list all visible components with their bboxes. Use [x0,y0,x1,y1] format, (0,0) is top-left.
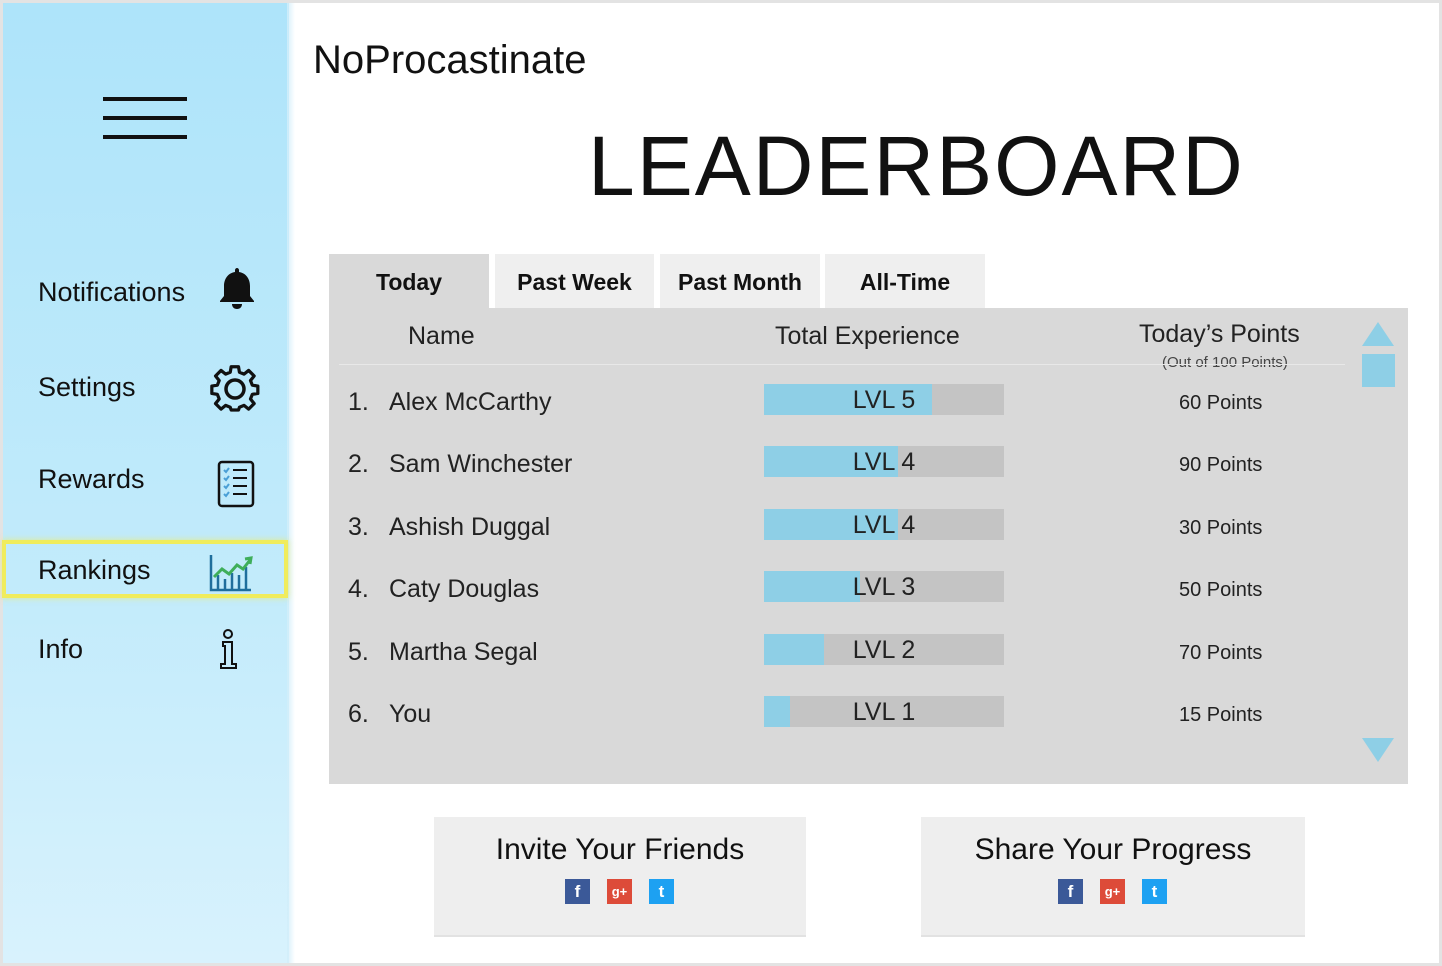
experience-bar: LVL 2 [764,633,1004,665]
sidebar-item-info[interactable]: Info [3,622,289,678]
hamburger-menu-icon[interactable] [103,95,187,145]
level-label: LVL 3 [852,573,916,602]
sidebar-item-rewards[interactable]: Rewards [3,452,289,508]
tab-all-time[interactable]: All-Time [825,254,985,308]
todays-points: 15 Points [1179,704,1263,726]
level-label: LVL 4 [852,448,916,477]
active-nav-highlight [2,540,288,598]
rank-number: 1. [348,388,369,416]
sidebar-item-label: Notifications [38,277,186,307]
rank-number: 4. [348,575,369,604]
gear-icon [210,365,260,412]
todays-points: 90 Points [1179,454,1263,477]
tab-today[interactable]: Today [329,254,489,308]
table-row[interactable]: 3. Ashish Duggal LVL 4 30 Points [329,508,1329,549]
table-row[interactable]: 6. You LVL 1 15 Points [329,696,1329,736]
experience-bar: LVL 3 [764,571,1004,603]
info-icon [220,629,237,669]
rank-number: 2. [348,450,369,479]
share-progress-label: Share Your Progress [974,833,1252,866]
todays-points: 50 Points [1179,579,1263,602]
rank-number: 6. [348,700,369,728]
scrollbar-thumb[interactable] [1362,354,1395,387]
todays-points: 60 Points [1179,392,1263,414]
sidebar-item-notifications[interactable]: Notifications [3,265,289,321]
sidebar-item-label: Rewards [38,464,145,494]
twitter-icon[interactable]: t [649,879,674,904]
sidebar-item-label: Settings [38,372,136,402]
table-row[interactable]: 1. Alex McCarthy LVL 5 60 Points [329,384,1329,424]
invite-friends-label: Invite Your Friends [495,833,745,866]
tab-past-week[interactable]: Past Week [495,254,654,308]
facebook-icon[interactable]: f [565,879,590,904]
player-name: Ashish Duggal [389,512,551,541]
invite-friends-button[interactable]: Invite Your Friends f g+ t [434,817,806,937]
sidebar-item-settings[interactable]: Settings [3,360,289,416]
player-name: Sam Winchester [389,450,573,479]
table-row[interactable]: 2. Sam Winchester LVL 4 90 Points [329,446,1329,486]
header-divider [339,364,1345,365]
todays-points: 70 Points [1179,641,1263,664]
experience-bar: LVL 4 [764,508,1004,540]
player-name: You [389,700,432,728]
twitter-icon[interactable]: t [1142,879,1167,904]
tab-past-month[interactable]: Past Month [660,254,820,308]
experience-bar: LVL 5 [764,384,1004,415]
page-title: LEADERBOARD [588,119,1245,213]
bell-icon [220,268,254,309]
scroll-down-arrow-icon[interactable] [1362,738,1394,762]
scroll-up-arrow-icon[interactable] [1362,322,1394,346]
table-row[interactable]: 5. Martha Segal LVL 2 70 Points [329,633,1329,674]
level-label: LVL 5 [852,386,916,414]
column-header-name: Name [408,322,475,350]
level-label: LVL 4 [852,510,916,539]
player-name: Alex McCarthy [389,388,552,416]
player-name: Caty Douglas [389,575,540,604]
rank-number: 3. [348,512,369,541]
level-label: LVL 1 [852,698,916,726]
sidebar-item-label: Info [38,634,84,664]
rank-number: 5. [348,637,369,666]
sidebar: Notifications Settings Rewards Rankings … [3,3,295,963]
column-header-points-subtitle: (Out of 100 Points) [1162,354,1288,371]
leaderboard-table: Name Total Experience Today’s Points (Ou… [329,308,1408,784]
google-plus-icon[interactable]: g+ [607,879,632,904]
todays-points: 30 Points [1179,516,1263,539]
share-progress-button[interactable]: Share Your Progress f g+ t [921,817,1305,937]
level-label: LVL 2 [852,635,916,664]
player-name: Martha Segal [389,637,538,666]
app-title: NoProcastinate [313,38,587,82]
experience-bar: LVL 4 [764,446,1004,478]
experience-bar: LVL 1 [764,696,1004,727]
table-row[interactable]: 4. Caty Douglas LVL 3 50 Points [329,571,1329,611]
column-header-points: Today’s Points [1139,320,1300,348]
facebook-icon[interactable]: f [1058,879,1083,904]
google-plus-icon[interactable]: g+ [1100,879,1125,904]
column-header-experience: Total Experience [775,322,960,350]
checklist-icon [217,460,255,508]
